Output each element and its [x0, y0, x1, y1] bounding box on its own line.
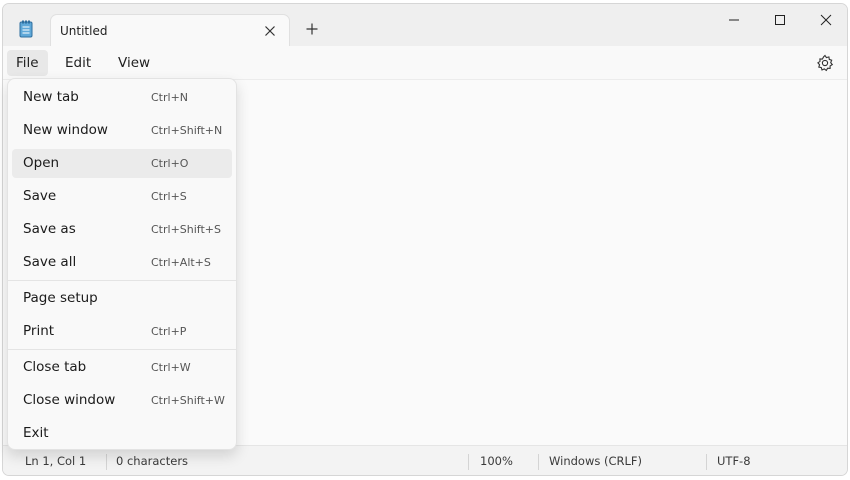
minimize-button[interactable] — [711, 4, 757, 36]
character-count: 0 characters — [116, 454, 189, 468]
menu-bar: File Edit View — [3, 46, 847, 80]
encoding[interactable]: UTF-8 — [717, 446, 751, 475]
notepad-icon — [19, 20, 33, 38]
menu-file[interactable]: File — [7, 50, 48, 76]
menu-item-shortcut: Ctrl+O — [151, 157, 189, 170]
close-window-icon — [820, 14, 832, 26]
menu-item-shortcut: Ctrl+Shift+N — [151, 124, 223, 137]
menu-item-label: Save all — [23, 254, 77, 270]
menu-item-label: Save as — [23, 221, 76, 237]
close-window-button[interactable] — [803, 4, 847, 36]
menu-view[interactable]: View — [109, 50, 159, 76]
menu-item-new-window[interactable]: New window Ctrl+Shift+N — [12, 116, 232, 145]
file-menu-dropdown: New tab Ctrl+N New window Ctrl+Shift+N O… — [7, 78, 237, 450]
menu-item-label: New tab — [23, 89, 79, 105]
close-icon[interactable] — [263, 23, 277, 37]
menu-item-label: New window — [23, 122, 108, 138]
status-divider — [106, 454, 107, 470]
zoom-level[interactable]: 100% — [480, 446, 513, 475]
line-ending[interactable]: Windows (CRLF) — [549, 446, 642, 475]
cursor-position: Ln 1, Col 1 — [25, 454, 87, 468]
menu-item-shortcut: Ctrl+W — [151, 361, 191, 374]
menu-item-shortcut: Ctrl+Shift+W — [151, 394, 225, 407]
menu-item-label: Save — [23, 188, 57, 204]
menu-item-new-tab[interactable]: New tab Ctrl+N — [12, 83, 232, 112]
menu-item-close-window[interactable]: Close window Ctrl+Shift+W — [12, 386, 232, 415]
menu-item-label: Close window — [23, 392, 116, 408]
tab-title: Untitled — [60, 24, 108, 38]
menu-item-exit[interactable]: Exit — [12, 419, 232, 448]
plus-icon[interactable] — [304, 21, 320, 37]
menu-item-label: Open — [23, 155, 60, 171]
gear-icon[interactable] — [815, 53, 835, 73]
menu-item-save[interactable]: Save Ctrl+S — [12, 182, 232, 211]
tab-untitled[interactable]: Untitled — [50, 14, 290, 46]
status-divider — [538, 454, 539, 470]
menu-item-print[interactable]: Print Ctrl+P — [12, 317, 232, 346]
menu-edit[interactable]: Edit — [56, 50, 100, 76]
menu-item-open[interactable]: Open Ctrl+O — [12, 149, 232, 178]
menu-item-label: Exit — [23, 425, 49, 441]
menu-item-save-as[interactable]: Save as Ctrl+Shift+S — [12, 215, 232, 244]
title-bar: Untitled — [3, 4, 847, 46]
menu-item-shortcut: Ctrl+Shift+S — [151, 223, 221, 236]
menu-separator — [8, 280, 236, 281]
menu-item-save-all[interactable]: Save all Ctrl+Alt+S — [12, 248, 232, 277]
maximize-button[interactable] — [757, 4, 803, 36]
menu-item-shortcut: Ctrl+P — [151, 325, 187, 338]
status-divider — [468, 454, 469, 470]
minimize-icon — [729, 19, 739, 21]
menu-item-shortcut: Ctrl+Alt+S — [151, 256, 211, 269]
maximize-icon — [775, 15, 785, 25]
menu-item-close-tab[interactable]: Close tab Ctrl+W — [12, 353, 232, 382]
menu-separator — [8, 349, 236, 350]
menu-item-shortcut: Ctrl+S — [151, 190, 187, 203]
menu-item-label: Page setup — [23, 290, 98, 306]
menu-item-label: Print — [23, 323, 55, 339]
menu-item-label: Close tab — [23, 359, 87, 375]
menu-item-shortcut: Ctrl+N — [151, 91, 189, 104]
status-divider — [706, 454, 707, 470]
menu-item-page-setup[interactable]: Page setup — [12, 284, 232, 313]
